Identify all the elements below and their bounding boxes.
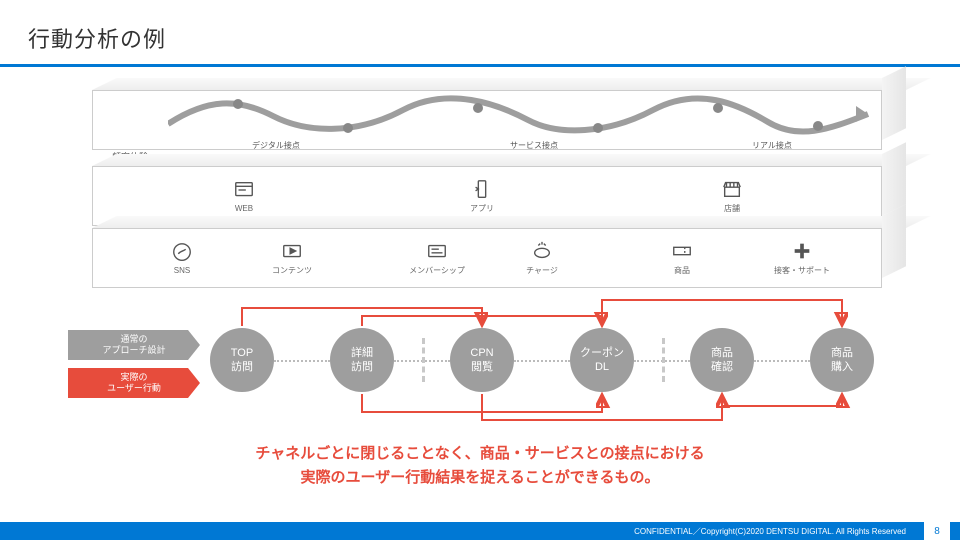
board-content: SNS コンテンツ メンバーシップ チャージ 商品 接客・サポート [92, 228, 882, 288]
video-icon [281, 240, 303, 262]
cell-store-label: 店舗 [724, 203, 740, 214]
page-number: 8 [924, 522, 950, 540]
cell-app-label: アプリ [470, 203, 494, 214]
phase-sep-1 [422, 338, 425, 382]
arrow-actual: 実際の ユーザー行動 [68, 368, 200, 398]
node-buy: 商品 購入 [810, 328, 874, 392]
arrow-actual-label: 実際の ユーザー行動 [107, 372, 161, 394]
arrow-assumed: 通常の アプローチ設計 [68, 330, 200, 360]
cell-web-label: WEB [235, 204, 253, 213]
flow-edge-5 [754, 360, 810, 362]
footer: CONFIDENTIAL／Copyright(C)2020 DENTSU DIG… [0, 522, 960, 540]
cell-sns: SNS [132, 228, 232, 288]
node-check: 商品 確認 [690, 328, 754, 392]
cell-charge-label: チャージ [526, 265, 558, 276]
footer-copyright: CONFIDENTIAL／Copyright(C)2020 DENTSU DIG… [634, 526, 906, 537]
support-icon [791, 240, 813, 262]
node-coupon: クーポン DL [570, 328, 634, 392]
sns-icon [171, 241, 193, 263]
touchpoint-3: リアル接点 [752, 140, 792, 151]
cell-contents: コンテンツ [242, 228, 342, 288]
cell-sns-label: SNS [174, 266, 190, 275]
node-cpn: CPN 閲覧 [450, 328, 514, 392]
caption: チャネルごとに閉じることなく、商品・サービスとの接点における 実際のユーザー行動… [0, 442, 960, 490]
cell-product: 商品 [632, 228, 732, 288]
caption-line-2: 実際のユーザー行動結果を捉えることができるもの。 [301, 469, 660, 486]
cell-charge: チャージ [492, 228, 592, 288]
cell-support-label: 接客・サポート [774, 265, 830, 276]
node-top: TOP 訪問 [210, 328, 274, 392]
caption-line-1: チャネルごとに閉じることなく、商品・サービスとの接点における [255, 445, 704, 462]
node-detail: 詳細 訪問 [330, 328, 394, 392]
cell-product-label: 商品 [674, 265, 690, 276]
membership-icon [426, 240, 448, 262]
flow-edge-3 [514, 360, 570, 362]
arrow-assumed-label: 通常の アプローチ設計 [102, 334, 165, 356]
ticket-icon [671, 240, 693, 262]
phase-sep-2 [662, 338, 665, 382]
cell-contents-label: コンテンツ [272, 265, 312, 276]
app-icon [471, 178, 493, 200]
cell-membership-label: メンバーシップ [409, 265, 465, 276]
touchpoint-1: デジタル接点 [252, 140, 300, 151]
title-divider [0, 64, 960, 67]
touchpoint-2: サービス接点 [510, 140, 558, 151]
cell-membership: メンバーシップ [382, 228, 492, 288]
store-icon [721, 178, 743, 200]
slide-title: 行動分析の例 [28, 22, 166, 54]
flow-edge-1 [274, 360, 330, 362]
charge-icon [531, 240, 553, 262]
web-icon [233, 179, 255, 201]
cell-support: 接客・サポート [742, 228, 862, 288]
